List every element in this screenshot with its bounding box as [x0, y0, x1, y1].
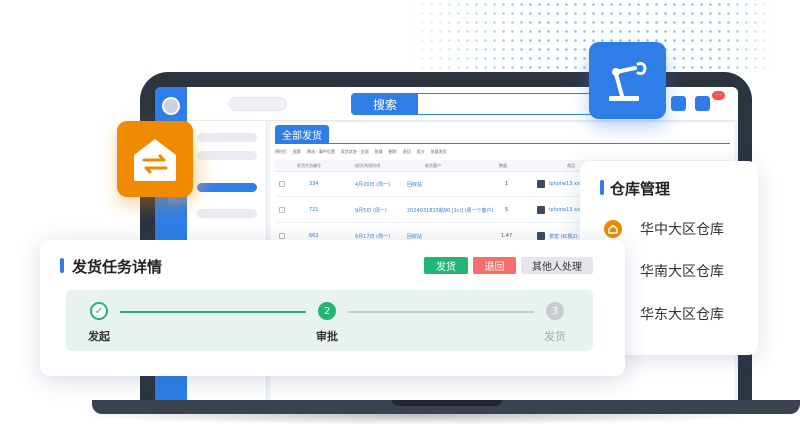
step-active-number: 2 [318, 302, 336, 320]
product-thumbnail [537, 232, 545, 240]
reassign-button[interactable]: 其他人处理 [521, 257, 593, 274]
toolbar-item[interactable]: 筛选 · 事件位置 [307, 149, 335, 155]
row-checkbox[interactable] [279, 181, 285, 187]
row-checkbox[interactable] [279, 207, 285, 213]
column-header: 商品 [567, 163, 575, 168]
warehouse-swap-tile [117, 121, 193, 197]
column-header: 收货客户 [425, 163, 441, 168]
warehouse-item-label: 华南大区仓库 [640, 264, 724, 280]
step-connector-done [120, 311, 306, 313]
tab-underline [275, 143, 730, 144]
row-id[interactable]: 662 [309, 233, 319, 239]
table-toolbar: 预约打 搜索 筛选 · 事件位置 发货状态 · 全部 批量 删除 退回 组分 批… [275, 146, 730, 158]
robot-arm-icon [609, 62, 647, 101]
row-qty: 1.47 [501, 233, 513, 239]
row-customer: 2024031815點90 [1cl] (周一个客户) [407, 208, 494, 214]
hero-illustration: 搜索 ··· 全部发货 预约打 搜索 筛选 · 事件位置 发货状态 · 全部 批… [0, 0, 800, 424]
topbar-placeholder [229, 97, 287, 111]
warehouse-swap-icon [134, 139, 176, 181]
toolbar-item[interactable]: 搜索 [293, 149, 301, 155]
warehouse-card-title: 仓库管理 [600, 178, 670, 199]
step-done-check-icon: ✓ [90, 302, 108, 320]
row-customer: 回收站 [407, 234, 423, 240]
notification-badge: ··· [712, 91, 725, 100]
message-icon[interactable] [671, 96, 686, 111]
row-date: 4月20日 (周一) [355, 182, 391, 188]
step-label: 发起 [88, 330, 110, 343]
warehouse-home-icon [604, 220, 622, 238]
search-button[interactable]: 搜索 [352, 94, 418, 114]
warehouse-item[interactable]: 华中大区仓库 [604, 219, 724, 239]
step-pending-number: 3 [546, 302, 564, 320]
sidebar-item[interactable] [197, 209, 257, 218]
warehouse-item[interactable]: 华东大区仓库 [604, 304, 724, 324]
toolbar-item[interactable]: 预约打 [275, 149, 287, 155]
product-thumbnail [537, 206, 545, 214]
toolbar-item[interactable]: 发货状态 · 全部 [341, 149, 369, 155]
toolbar-item[interactable]: 组分 [417, 149, 425, 155]
warehouse-item-label: 华中大区仓库 [640, 222, 724, 238]
row-date: 6月17日 (周一) [355, 234, 391, 240]
row-id[interactable]: 721 [309, 207, 319, 213]
row-qty: 5 [505, 207, 509, 213]
toolbar-item[interactable]: 批量发货 [431, 149, 447, 155]
tab-all-shipments[interactable]: 全部发货 [275, 125, 329, 143]
row-id[interactable]: 334 [309, 181, 319, 187]
step-label: 审批 [316, 330, 338, 343]
product-thumbnail [537, 180, 545, 188]
toolbar-item[interactable]: 退回 [403, 149, 411, 155]
column-header: 发货任务编号 [297, 163, 321, 168]
warehouse-item-label: 华东大区仓库 [640, 307, 724, 323]
laptop-base [92, 400, 800, 414]
toolbar-item[interactable]: 删除 [389, 149, 397, 155]
robot-arm-tile [589, 42, 666, 119]
ship-button[interactable]: 发货 [424, 257, 468, 274]
warehouse-item[interactable]: 华南大区仓库 [604, 261, 724, 281]
row-customer: 回收站 [407, 182, 423, 188]
row-checkbox[interactable] [279, 233, 285, 239]
shipping-task-card: 发货任务详情 发货 退回 其他人处理 ✓ 2 3 发起 审批 发货 [40, 240, 625, 376]
row-date: 9月5日 (周一) [355, 208, 387, 214]
progress-steps: ✓ 2 3 发起 审批 发货 [66, 290, 593, 351]
toolbar-item[interactable]: 批量 [375, 149, 383, 155]
row-qty: 1 [505, 181, 509, 187]
search-bar[interactable]: 搜索 [351, 93, 605, 115]
task-card-title: 发货任务详情 [60, 256, 162, 277]
column-header: 数量 [499, 163, 507, 168]
row-product: 茶宏 (红枫2) [549, 234, 578, 240]
step-connector-pending [348, 311, 534, 313]
avatar[interactable] [162, 97, 180, 115]
column-header: 成功/失败时间 [355, 163, 381, 168]
app-icon[interactable] [695, 96, 710, 111]
return-button[interactable]: 退回 [473, 257, 516, 274]
step-label: 发货 [544, 330, 566, 343]
